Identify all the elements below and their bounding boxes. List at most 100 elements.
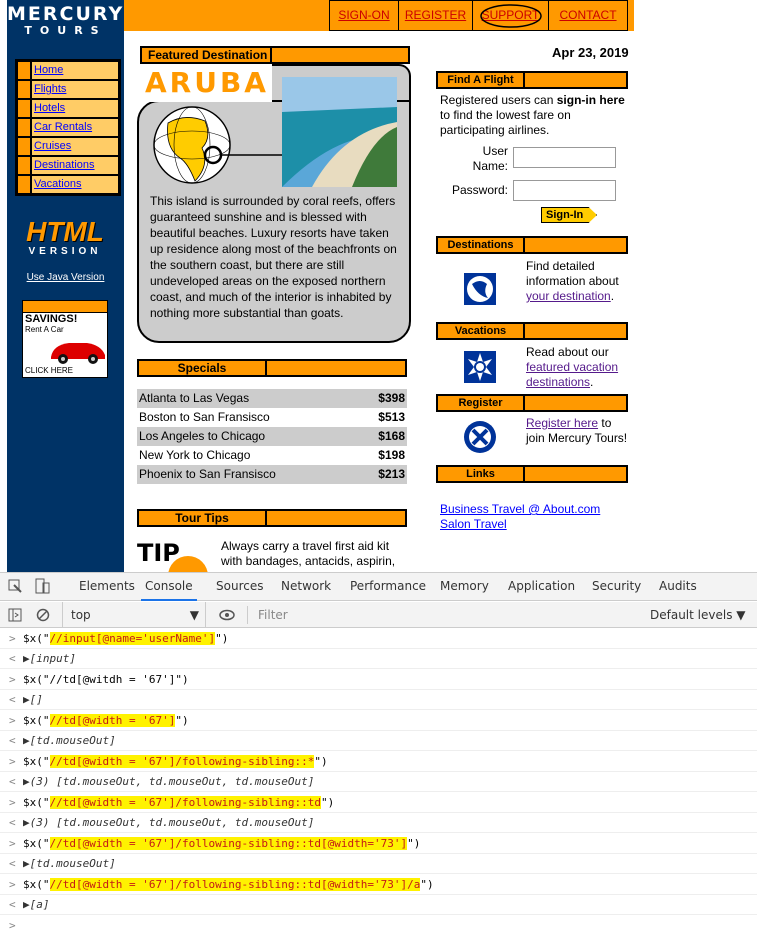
console-result-line[interactable]: < ▶[input] bbox=[0, 649, 757, 669]
eye-icon[interactable] bbox=[219, 608, 235, 622]
tab-security[interactable]: Security bbox=[592, 573, 641, 601]
sidebar-link-cruises[interactable]: Cruises bbox=[34, 140, 71, 152]
tab-elements[interactable]: Elements bbox=[79, 573, 135, 601]
sidebar-link-car-rentals[interactable]: Car Rentals bbox=[34, 121, 92, 133]
password-label: Password: bbox=[451, 183, 508, 197]
mercury-tours-logo[interactable]: MERCURY TOURS bbox=[7, 4, 124, 38]
price: $168 bbox=[378, 429, 405, 443]
contact-link[interactable]: CONTACT bbox=[559, 8, 616, 22]
top-nav: SIGN-ON REGISTER SUPPORT CONTACT bbox=[124, 0, 757, 31]
featured-vacation-link[interactable]: featured vacation destinations bbox=[526, 360, 618, 389]
route: New York to Chicago bbox=[139, 448, 251, 462]
featured-heading: Featured Destination bbox=[140, 46, 276, 64]
business-travel-link[interactable]: Business Travel @ About.com bbox=[440, 502, 600, 517]
html-version-badge: HTML VERSION bbox=[15, 218, 115, 258]
console-result-line[interactable]: < ▶(3) [td.mouseOut, td.mouseOut, td.mous… bbox=[0, 813, 757, 833]
tab-performance[interactable]: Performance bbox=[350, 573, 426, 601]
tab-console[interactable]: Console bbox=[141, 573, 197, 601]
sidebar-item-destinations: Destinations bbox=[17, 156, 119, 175]
tour-tips-heading-label: Tour Tips bbox=[139, 511, 267, 525]
vacations-text: Read about our featured vacation destina… bbox=[526, 345, 619, 389]
device-toolbar-icon[interactable] bbox=[34, 578, 50, 594]
sidebar-toggle-icon[interactable] bbox=[8, 608, 22, 622]
specials-heading: Specials bbox=[137, 359, 407, 377]
username-label: User Name: bbox=[472, 144, 508, 173]
console-filter-input[interactable]: Filter bbox=[247, 606, 642, 624]
context-select[interactable]: top ▼ bbox=[62, 602, 206, 628]
car-rental-ad[interactable]: SAVINGS! Rent A Car CLICK HERE bbox=[22, 300, 108, 378]
register-heading: Register bbox=[436, 394, 628, 412]
console-input-line: > $x("//td[@width = '67']/following-sibli… bbox=[0, 875, 757, 895]
your-destination-link[interactable]: your destination bbox=[526, 289, 611, 303]
clear-console-icon[interactable] bbox=[36, 608, 50, 622]
console-result-line[interactable]: < ▶[td.mouseOut] bbox=[0, 854, 757, 874]
console-input-line: > $x("//td[@witdh = '67']") bbox=[0, 670, 757, 690]
salon-travel-link[interactable]: Salon Travel bbox=[440, 517, 600, 532]
log-levels-select[interactable]: Default levels ▼ bbox=[650, 602, 746, 628]
register-text: Register here to join Mercury Tours! bbox=[526, 416, 628, 445]
vacations-heading: Vacations bbox=[436, 322, 628, 340]
console-input-line: > $x("//input[@name='userName']") bbox=[0, 629, 757, 649]
links-heading-label: Links bbox=[438, 467, 525, 481]
use-java-version-link[interactable]: Use Java Version bbox=[7, 272, 124, 283]
username-input[interactable] bbox=[513, 147, 616, 168]
featured-heading-label: Featured Destination bbox=[148, 48, 268, 62]
top-nav-contact: CONTACT bbox=[548, 0, 628, 31]
price: $398 bbox=[378, 391, 405, 405]
sidebar-item-vacations: Vacations bbox=[17, 175, 119, 194]
specials-heading-label: Specials bbox=[139, 361, 267, 375]
console-result-line[interactable]: < ▶(3) [td.mouseOut, td.mouseOut, td.mous… bbox=[0, 772, 757, 792]
tab-network[interactable]: Network bbox=[281, 573, 331, 601]
inspect-icon[interactable] bbox=[8, 579, 22, 593]
links-list: Business Travel @ About.com Salon Travel bbox=[440, 502, 600, 532]
console-input-line: > $x("//td[@width = '67']") bbox=[0, 711, 757, 731]
tab-audits[interactable]: Audits bbox=[659, 573, 697, 601]
dropdown-arrow-icon: ▼ bbox=[189, 608, 199, 622]
table-row: Atlanta to Las Vegas $398 bbox=[137, 389, 407, 408]
tab-sources[interactable]: Sources bbox=[216, 573, 263, 601]
links-heading: Links bbox=[436, 465, 628, 483]
find-flight-heading: Find A Flight bbox=[436, 71, 628, 89]
console-result-line[interactable]: < ▶[] bbox=[0, 690, 757, 710]
tab-memory[interactable]: Memory bbox=[440, 573, 489, 601]
top-nav-support: SUPPORT bbox=[472, 0, 549, 31]
console-result-line[interactable]: < ▶[a] bbox=[0, 895, 757, 915]
find-flight-heading-label: Find A Flight bbox=[438, 73, 525, 87]
console-toolbar: top ▼ Filter Default levels ▼ bbox=[0, 602, 757, 628]
register-here-link[interactable]: Register here bbox=[526, 416, 598, 430]
destinations-heading: Destinations bbox=[436, 236, 628, 254]
vacations-heading-label: Vacations bbox=[438, 324, 525, 338]
sign-in-button[interactable]: Sign-In bbox=[541, 207, 597, 223]
console-result-line[interactable]: < ▶[td.mouseOut] bbox=[0, 731, 757, 751]
register-heading-label: Register bbox=[438, 396, 525, 410]
left-sidebar: MERCURY TOURS Home Flights Hotels Car Re… bbox=[7, 0, 124, 572]
devtools-tabs: Elements Console Sources Network Perform… bbox=[0, 573, 757, 601]
top-nav-sign-on: SIGN-ON bbox=[329, 0, 399, 31]
tour-tips-heading: Tour Tips bbox=[137, 509, 407, 527]
console-input-line: > $x("//td[@width = '67']/following-sibli… bbox=[0, 834, 757, 854]
html-version-small: VERSION bbox=[28, 246, 102, 257]
devtools-panel: Elements Console Sources Network Perform… bbox=[0, 572, 757, 937]
sidebar-link-home[interactable]: Home bbox=[34, 64, 63, 76]
sidebar-link-hotels[interactable]: Hotels bbox=[34, 102, 65, 114]
sidebar-item-car-rentals: Car Rentals bbox=[17, 118, 119, 137]
sidebar-item-flights: Flights bbox=[17, 80, 119, 99]
sidebar-link-vacations[interactable]: Vacations bbox=[34, 178, 82, 190]
top-nav-register: REGISTER bbox=[398, 0, 473, 31]
tab-application[interactable]: Application bbox=[508, 573, 575, 601]
register-link[interactable]: REGISTER bbox=[405, 8, 466, 22]
destinations-globe-icon bbox=[464, 273, 496, 305]
sidebar-link-destinations[interactable]: Destinations bbox=[34, 159, 95, 171]
sidebar-link-flights[interactable]: Flights bbox=[34, 83, 66, 95]
featured-description: This island is surrounded by coral reefs… bbox=[150, 194, 397, 320]
console-prompt[interactable]: > bbox=[0, 916, 757, 936]
route: Los Angeles to Chicago bbox=[139, 429, 266, 443]
sign-in-here-text: sign-in here bbox=[556, 93, 625, 107]
tip-badge: TIP bbox=[137, 539, 180, 567]
console-input-line: > $x("//td[@width = '67']/following-sibli… bbox=[0, 793, 757, 813]
globe-icon bbox=[153, 106, 282, 184]
sign-on-link[interactable]: SIGN-ON bbox=[338, 8, 389, 22]
password-input[interactable] bbox=[513, 180, 616, 201]
sun-icon bbox=[464, 351, 496, 383]
price: $213 bbox=[378, 467, 405, 481]
